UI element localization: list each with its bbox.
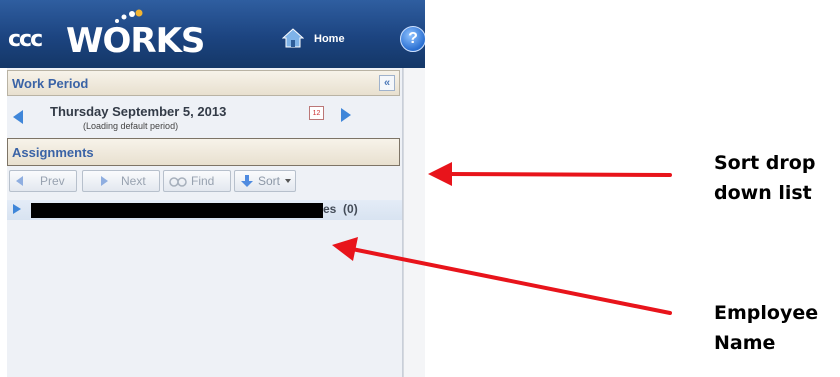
sort-annotation-line1: Sort drop [714, 152, 816, 174]
sort-annotation: Sort drop down list [714, 148, 815, 208]
employee-annotation-line2: Name [714, 332, 776, 354]
sort-arrow [428, 162, 672, 186]
sort-annotation-line2: down list [714, 182, 812, 204]
annotated-screenshot: ccc WORKS Home ? Work Period « Thursday … [0, 0, 840, 377]
employee-annotation-line1: Employee [714, 302, 819, 324]
employee-annotation: Employee Name [714, 298, 818, 358]
employee-arrow [332, 237, 672, 315]
